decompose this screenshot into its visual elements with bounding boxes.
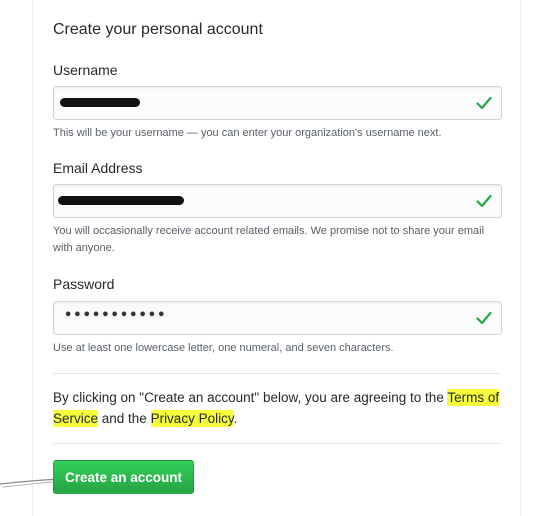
check-icon (476, 311, 492, 325)
create-account-button[interactable]: Create an account (53, 460, 194, 494)
agreement-middle: and the (98, 411, 151, 426)
form-title: Create your personal account (53, 21, 263, 38)
password-input[interactable]: ••••••••••• (53, 301, 502, 335)
agreement-text: By clicking on "Create an account" below… (53, 387, 505, 429)
privacy-policy-link[interactable]: Privacy Policy (150, 410, 234, 427)
email-hint: You will occasionally receive account re… (53, 225, 485, 254)
username-label: Username (53, 62, 118, 78)
divider (53, 443, 500, 444)
right-border-line (520, 0, 521, 516)
username-hint: This will be your username — you can ent… (53, 127, 442, 139)
username-redaction (60, 98, 140, 107)
email-redaction (58, 196, 184, 205)
agreement-prefix: By clicking on "Create an account" below… (53, 390, 448, 405)
left-border-line (32, 0, 33, 516)
username-input[interactable] (53, 86, 502, 120)
agreement-suffix: . (233, 411, 238, 426)
password-label: Password (53, 276, 115, 292)
check-icon (476, 96, 492, 110)
password-masked-value: ••••••••••• (64, 308, 167, 323)
password-hint: Use at least one lowercase letter, one n… (53, 342, 394, 354)
check-icon (476, 194, 492, 208)
email-label: Email Address (53, 160, 143, 176)
email-input[interactable] (53, 184, 502, 218)
divider (53, 373, 500, 374)
